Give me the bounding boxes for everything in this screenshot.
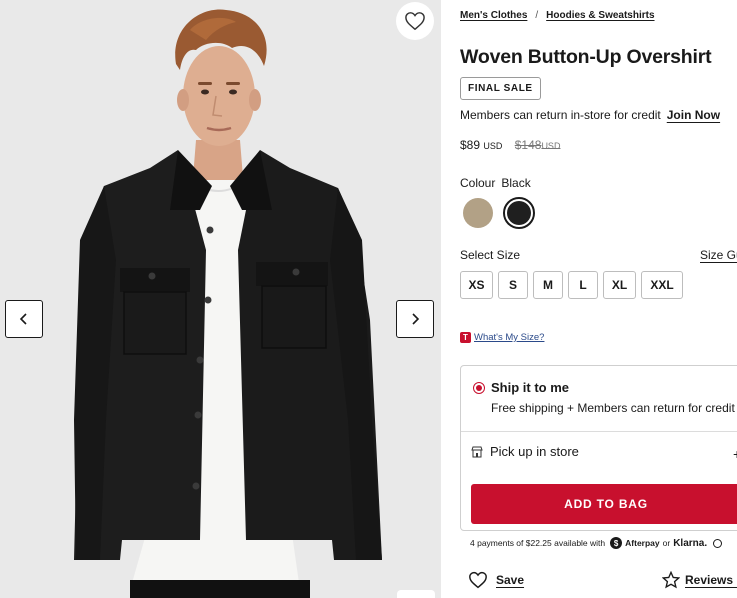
afterpay-link[interactable]: Afterpay [625, 538, 659, 548]
size-guide-link[interactable]: Size Guide [700, 248, 737, 262]
colour-selected: Black [501, 176, 531, 190]
payment-or: or [662, 538, 671, 548]
heart-icon [405, 12, 425, 31]
product-image-panel [0, 0, 441, 598]
swatch-khaki[interactable] [463, 198, 493, 228]
sale-price: $89 [460, 138, 481, 152]
ship-subtext: Free shipping + Members can return for c… [491, 401, 735, 415]
ship-radio[interactable] [473, 382, 485, 394]
fulfillment-options: Ship it to me Free shipping + Members ca… [460, 365, 737, 531]
size-xl-button[interactable]: XL [603, 271, 636, 299]
heart-icon [469, 571, 487, 589]
original-price-currency: USD [541, 141, 561, 151]
original-price: $148USD [515, 138, 561, 152]
product-info-panel: Men's Clothes / Hoodies & Sweatshirts Wo… [460, 0, 737, 598]
fit-finder: T What's My Size? [460, 332, 544, 343]
swatch-black[interactable] [503, 197, 535, 229]
breadcrumb-mens-clothes[interactable]: Men's Clothes [460, 10, 527, 21]
pickup-expand-icon[interactable]: + [733, 446, 737, 462]
store-icon [471, 446, 483, 457]
chevron-right-icon [412, 313, 420, 325]
klarna-link[interactable]: Klarna. [673, 538, 707, 549]
ship-radio-dot [476, 385, 482, 391]
breadcrumb: Men's Clothes / Hoodies & Sweatshirts [460, 10, 655, 21]
colour-label: Colour [460, 176, 496, 190]
star-icon [662, 571, 680, 589]
add-to-bag-button[interactable]: ADD TO BAG [471, 484, 737, 524]
ship-title: Ship it to me [491, 380, 569, 395]
previous-image-button[interactable] [5, 300, 43, 338]
info-icon[interactable] [713, 538, 723, 548]
save-label: Save [496, 573, 525, 587]
size-xs-button[interactable]: XS [460, 271, 493, 299]
save-button[interactable]: Save [468, 571, 524, 589]
product-photo [0, 0, 441, 598]
members-text: Members can return in-store for credit [460, 108, 661, 122]
colour-row: Colour Black [460, 176, 531, 190]
payment-text: 4 payments of $22.25 available with [470, 538, 606, 548]
chevron-left-icon [19, 313, 27, 325]
pickup-label: Pick up in store [490, 444, 579, 459]
next-image-button[interactable] [396, 300, 434, 338]
sale-price-currency: USD [483, 141, 503, 151]
swatch-black-fill [507, 201, 531, 225]
select-size-label: Select Size [460, 248, 521, 262]
afterpay-icon: $ [610, 537, 623, 549]
reviews-link[interactable]: Reviews ( [662, 571, 737, 589]
join-now-link[interactable]: Join Now [667, 108, 720, 122]
payment-options: 4 payments of $22.25 available with $ Af… [470, 537, 723, 549]
breadcrumb-separator: / [535, 10, 539, 21]
whats-my-size-link[interactable]: What's My Size? [474, 332, 544, 343]
size-s-button[interactable]: S [498, 271, 528, 299]
members-return-text: Members can return in-store for credit Jo… [460, 108, 720, 122]
final-sale-badge: FINAL SALE [460, 77, 541, 100]
image-indicator [397, 590, 435, 598]
price-row: $89 USD $148USD [460, 138, 560, 152]
divider [461, 431, 737, 432]
size-options: XS S M L XL XXL [460, 271, 688, 299]
pickup-in-store-option[interactable]: Pick up in store [471, 444, 579, 459]
fit-finder-icon: T [460, 332, 471, 343]
size-m-button[interactable]: M [533, 271, 563, 299]
product-title: Woven Button-Up Overshirt [460, 46, 712, 68]
size-l-button[interactable]: L [568, 271, 598, 299]
reviews-label: Reviews ( [685, 573, 737, 587]
favorite-button[interactable] [396, 2, 434, 40]
original-price-value: $148 [514, 138, 542, 152]
breadcrumb-hoodies[interactable]: Hoodies & Sweatshirts [546, 10, 654, 21]
size-xxl-button[interactable]: XXL [641, 271, 683, 299]
